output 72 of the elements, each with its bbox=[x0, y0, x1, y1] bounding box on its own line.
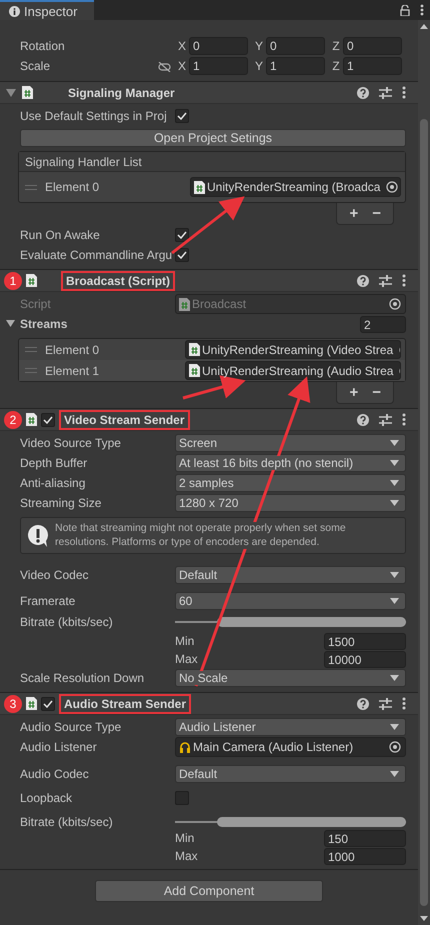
open-settings-button[interactable]: Open Project Setings bbox=[20, 129, 406, 147]
dropdown[interactable]: No Scale bbox=[175, 669, 406, 688]
inspector-tab[interactable]: Inspector bbox=[0, 0, 94, 20]
object-field[interactable]: Main Camera (Audio Listener) bbox=[175, 737, 406, 758]
axis-label: Y bbox=[254, 39, 264, 53]
field-label: Run On Awake bbox=[20, 228, 101, 242]
component-title: Signaling Manager bbox=[67, 84, 176, 102]
dropdown[interactable]: Default bbox=[175, 566, 406, 584]
min-label: Min bbox=[175, 831, 196, 846]
component-title: Audio Stream Sender bbox=[59, 694, 192, 714]
dropdown[interactable]: 2 samples bbox=[175, 474, 406, 492]
number-field[interactable]: 1 bbox=[189, 57, 248, 75]
add-button[interactable]: + bbox=[349, 384, 358, 401]
step-number: 3 bbox=[4, 694, 22, 713]
dropdown[interactable]: Audio Listener bbox=[175, 718, 406, 736]
field-label: Depth Buffer bbox=[20, 456, 88, 470]
field-label: Script bbox=[20, 297, 52, 311]
min-label: Min bbox=[175, 634, 196, 648]
dropdown[interactable]: Default bbox=[175, 765, 406, 784]
field-label: Scale Resolution Down bbox=[20, 671, 146, 686]
number-field[interactable]: 1500 bbox=[324, 632, 406, 650]
add-button[interactable]: + bbox=[349, 205, 358, 222]
field-label: Rotation bbox=[20, 39, 66, 53]
field-label: Streaming Size bbox=[20, 496, 102, 510]
dropdown[interactable]: 60 bbox=[175, 592, 406, 610]
dropdown[interactable]: Screen bbox=[175, 434, 406, 452]
axis-label: Z bbox=[331, 59, 341, 73]
number-field[interactable]: 1 bbox=[343, 57, 402, 75]
field-label: Audio Codec bbox=[20, 767, 90, 782]
step-number: 2 bbox=[4, 410, 22, 428]
field-label: Loopback bbox=[20, 791, 74, 806]
number-field[interactable]: 0 bbox=[189, 37, 248, 55]
object-field[interactable]: UnityRenderStreaming (Audio Strea bbox=[185, 361, 401, 380]
array-size-field[interactable]: 2 bbox=[360, 316, 406, 332]
list-title: Signaling Handler List bbox=[25, 154, 142, 168]
number-field[interactable]: 1 bbox=[266, 57, 325, 75]
object-field[interactable]: UnityRenderStreaming (Broadca bbox=[190, 177, 401, 197]
field-label: Audio Listener bbox=[20, 740, 98, 754]
field-label: Evaluate Commandline Argu bbox=[20, 248, 174, 262]
dropdown[interactable]: At least 16 bits depth (no stencil) bbox=[175, 454, 406, 472]
number-field[interactable]: 150 bbox=[324, 830, 406, 847]
add-component-button[interactable]: Add Component bbox=[95, 880, 323, 902]
object-field[interactable]: UnityRenderStreaming (Video Strea bbox=[185, 340, 401, 359]
field-label: Bitrate (kbits/sec) bbox=[20, 815, 114, 830]
field-label: Streams bbox=[20, 317, 68, 331]
axis-label: Z bbox=[331, 39, 341, 53]
field-label: Anti-aliasing bbox=[20, 476, 86, 490]
list-element[interactable]: Element 0 UnityRenderStreaming (Video Strea bbox=[19, 339, 405, 360]
axis-label: X bbox=[176, 59, 187, 73]
component-title: Video Stream Sender bbox=[59, 410, 190, 430]
component-title: Broadcast (Script) bbox=[61, 270, 176, 290]
field-label: Scale bbox=[20, 59, 175, 73]
field-label: Framerate bbox=[20, 594, 76, 608]
list-element[interactable]: Element 0 UnityRenderStreaming (Broadca bbox=[19, 172, 405, 202]
remove-button[interactable]: − bbox=[372, 384, 381, 401]
list-element[interactable]: Element 1 UnityRenderStreaming (Audio Strea bbox=[19, 360, 405, 381]
field-label: Video Source Type bbox=[20, 436, 122, 450]
field-label: Use Default Settings in Proj bbox=[20, 109, 168, 123]
number-field[interactable]: 10000 bbox=[324, 650, 406, 668]
number-field[interactable]: 1000 bbox=[324, 848, 406, 865]
field-label: Audio Source Type bbox=[20, 720, 122, 734]
remove-button[interactable]: − bbox=[372, 205, 381, 222]
number-field[interactable]: 0 bbox=[343, 37, 402, 55]
max-label: Max bbox=[175, 652, 199, 666]
field-label: Video Codec bbox=[20, 568, 90, 582]
axis-label: Y bbox=[254, 59, 264, 73]
dropdown[interactable]: 1280 x 720 bbox=[175, 494, 406, 512]
axis-label: X bbox=[176, 39, 187, 53]
step-number: 1 bbox=[4, 272, 22, 290]
max-label: Max bbox=[175, 849, 199, 864]
field-label: Bitrate (kbits/sec) bbox=[20, 615, 114, 630]
number-field[interactable]: 0 bbox=[266, 37, 325, 55]
